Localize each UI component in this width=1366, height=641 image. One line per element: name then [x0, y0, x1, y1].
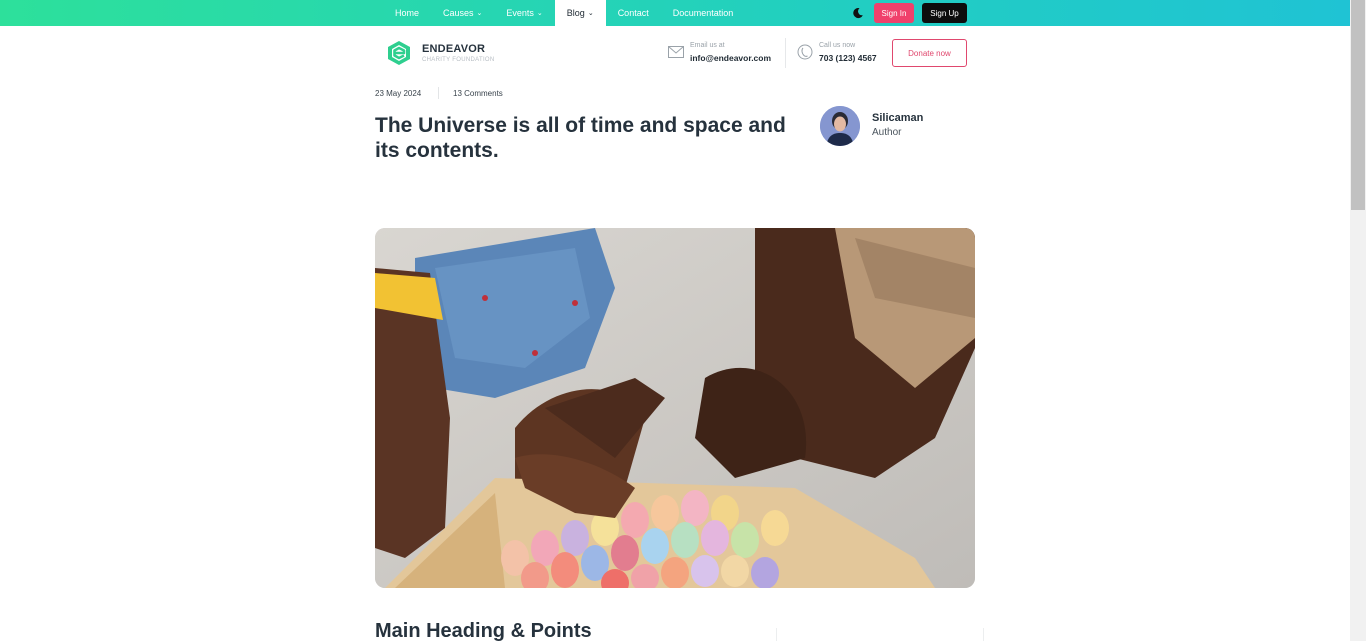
post-title: The Universe is all of time and space an…	[375, 114, 786, 162]
nav-item-home[interactable]: Home	[383, 0, 431, 26]
phone-value[interactable]: 703 (123) 4567	[819, 53, 877, 63]
nav-item-causes[interactable]: Causes ⌄	[431, 0, 494, 26]
page: Home Causes ⌄ Events ⌄ Blog ⌄ Contact Docum…	[0, 0, 1366, 641]
post-hero-image	[375, 228, 975, 588]
top-navbar: Home Causes ⌄ Events ⌄ Blog ⌄ Contact Docum…	[0, 0, 1350, 26]
post-comments-count[interactable]: 13 Comments	[453, 89, 503, 98]
nav-label: Blog	[566, 8, 585, 18]
nav-label: Home	[395, 8, 420, 18]
nav-item-contact[interactable]: Contact	[606, 0, 661, 26]
chevron-down-icon: ⌄	[536, 10, 543, 17]
author-avatar[interactable]	[820, 106, 860, 146]
author-name[interactable]: Silicaman	[872, 112, 923, 124]
nav-label: Causes	[443, 8, 474, 18]
phone-label: Call us now	[819, 42, 856, 49]
nav-item-documentation[interactable]: Documentation	[661, 0, 746, 26]
phone-icon	[797, 44, 813, 60]
chevron-down-icon: ⌄	[476, 10, 483, 17]
meta-divider	[438, 87, 439, 99]
chevron-down-icon: ⌄	[587, 10, 594, 17]
nav-label: Contact	[617, 8, 649, 18]
section-heading: Main Heading & Points	[375, 620, 592, 641]
sign-in-button[interactable]: Sign In	[874, 3, 914, 23]
nav-label: Events	[506, 8, 534, 18]
sidebar-border	[776, 628, 777, 641]
header-divider	[785, 38, 786, 68]
email-label: Email us at	[690, 42, 725, 49]
endeavor-logo-icon[interactable]	[386, 40, 412, 66]
post-date: 23 May 2024	[375, 89, 422, 98]
nav-item-events[interactable]: Events ⌄	[494, 0, 554, 26]
sign-up-button[interactable]: Sign Up	[922, 3, 967, 23]
sidebar-border	[983, 628, 984, 641]
scrollbar-thumb[interactable]	[1351, 0, 1365, 210]
brand-tagline: CHARITY FOUNDATION	[422, 57, 495, 63]
nav-item-blog[interactable]: Blog ⌄	[554, 0, 606, 26]
author-role: Author	[872, 127, 902, 138]
brand-name[interactable]: ENDEAVOR	[422, 43, 485, 55]
moon-icon[interactable]	[852, 7, 864, 19]
main-nav: Home Causes ⌄ Events ⌄ Blog ⌄ Contact Docum…	[383, 0, 745, 26]
donate-button[interactable]: Donate now	[892, 39, 967, 67]
email-value[interactable]: info@endeavor.com	[690, 53, 771, 63]
nav-label: Documentation	[672, 8, 734, 18]
mail-icon	[668, 46, 684, 58]
